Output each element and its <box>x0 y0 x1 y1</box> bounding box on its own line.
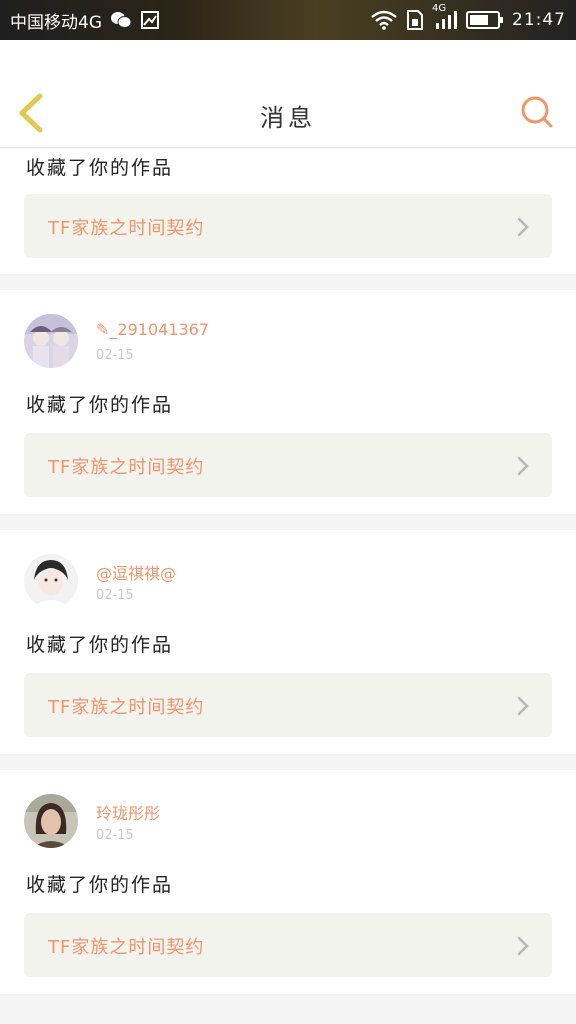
action-text: 收藏了你的作品 <box>26 634 174 656</box>
work-title: TF家族之时间契约 <box>48 218 205 239</box>
wechat-icon <box>110 11 132 29</box>
search-button[interactable] <box>520 95 554 129</box>
sim-icon <box>406 9 424 31</box>
timestamp: 02-15 <box>96 828 134 843</box>
carrier-label: 中国移动4G <box>10 12 102 33</box>
timestamp: 02-15 <box>96 588 134 603</box>
username[interactable]: @逗祺祺@ <box>96 560 176 584</box>
chevron-right-icon <box>517 696 529 716</box>
work-link[interactable]: TF家族之时间契约 <box>24 433 552 497</box>
avatar[interactable] <box>24 554 78 608</box>
action-text: 收藏了你的作品 <box>26 157 174 179</box>
list-item: 收藏了你的作品 TF家族之时间契约 <box>0 149 576 274</box>
chevron-right-icon <box>517 936 529 956</box>
avatar[interactable] <box>24 314 78 368</box>
list-item: ✎_291041367 02-15 收藏了你的作品 TF家族之时间契约 <box>0 290 576 514</box>
list-item: 玲珑彤彤 02-15 收藏了你的作品 TF家族之时间契约 <box>0 770 576 994</box>
username[interactable]: 玲珑彤彤 <box>96 800 160 824</box>
list-item: @逗祺祺@ 02-15 收藏了你的作品 TF家族之时间契约 <box>0 530 576 754</box>
work-title: TF家族之时间契约 <box>48 697 205 718</box>
status-bar: 中国移动4G 4G 21:47 <box>0 0 576 40</box>
avatar[interactable] <box>24 794 78 848</box>
work-link[interactable]: TF家族之时间契约 <box>24 913 552 977</box>
signal-icon: 4G <box>432 3 458 31</box>
status-bar-right: 4G 21:47 <box>370 3 566 31</box>
nav-header: 消息 <box>0 40 576 148</box>
gallery-icon <box>140 10 160 30</box>
network-type: 4G <box>432 3 447 14</box>
battery-icon <box>466 10 504 30</box>
chevron-right-icon <box>517 456 529 476</box>
action-text: 收藏了你的作品 <box>26 874 174 896</box>
work-title: TF家族之时间契约 <box>48 457 205 478</box>
work-link[interactable]: TF家族之时间契约 <box>24 194 552 258</box>
status-bar-left: 中国移动4G <box>10 8 160 33</box>
chevron-right-icon <box>517 217 529 237</box>
page-title: 消息 <box>260 104 316 132</box>
work-link[interactable]: TF家族之时间契约 <box>24 673 552 737</box>
username[interactable]: ✎_291041367 <box>96 320 209 339</box>
timestamp: 02-15 <box>96 348 134 363</box>
search-icon <box>521 96 553 128</box>
clock: 21:47 <box>512 10 566 30</box>
message-list: 收藏了你的作品 TF家族之时间契约 ✎_291041367 02-15 收藏了你… <box>0 149 576 994</box>
work-title: TF家族之时间契约 <box>48 937 205 958</box>
action-text: 收藏了你的作品 <box>26 394 174 416</box>
wifi-icon <box>370 10 398 30</box>
